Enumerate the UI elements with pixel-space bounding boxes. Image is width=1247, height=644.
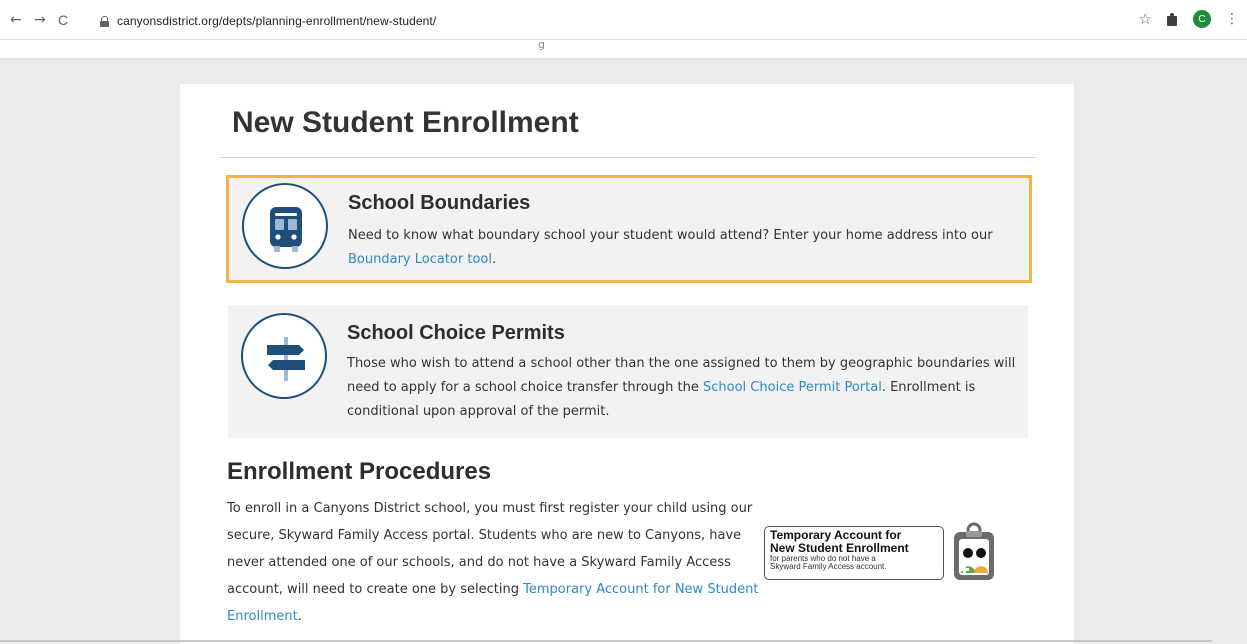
school-boundaries-box: School Boundaries Need to know what boun…: [226, 175, 1032, 283]
site-header-strip: g: [0, 38, 1247, 58]
school-choice-text: Those who wish to attend a school other …: [347, 352, 1017, 424]
school-choice-box: School Choice Permits Those who wish to …: [228, 305, 1028, 438]
lock-icon[interactable]: [100, 15, 109, 27]
school-boundaries-heading: School Boundaries: [348, 192, 531, 214]
school-choice-portal-link[interactable]: School Choice Permit Portal: [703, 380, 882, 395]
school-boundaries-text-part: Need to know what boundary school your s…: [348, 228, 993, 243]
badge-line-4: Skyward Family Access account.: [770, 562, 887, 571]
page-title: New Student Enrollment: [232, 106, 579, 139]
enrollment-procedures-heading: Enrollment Procedures: [227, 458, 492, 485]
boundary-locator-link[interactable]: Boundary Locator tool: [348, 252, 492, 267]
school-boundaries-text: Need to know what boundary school your s…: [348, 224, 1028, 272]
bus-icon: [242, 183, 328, 269]
reload-button[interactable]: C: [58, 13, 68, 27]
header-ghost-text: g: [538, 38, 545, 51]
browser-menu-icon[interactable]: ⋮: [1225, 12, 1239, 26]
school-boundaries-text-end: .: [491, 252, 497, 267]
extensions-icon[interactable]: [1166, 12, 1179, 26]
forward-button[interactable]: →: [34, 13, 46, 27]
address-bar[interactable]: canyonsdistrict.org/depts/planning-enrol…: [96, 10, 1136, 32]
enrollment-procedures-text: To enroll in a Canyons District school, …: [227, 495, 767, 630]
title-divider: [220, 157, 1036, 158]
temporary-account-card[interactable]: Temporary Account for New Student Enroll…: [764, 526, 944, 580]
temporary-account-badge[interactable]: Temporary Account for New Student Enroll…: [764, 522, 1001, 583]
enrollment-procedures-text-end: .: [297, 609, 302, 624]
url-text[interactable]: canyonsdistrict.org/depts/planning-enrol…: [117, 14, 436, 28]
clipboard-family-icon: [946, 522, 1000, 583]
bottom-divider: [0, 640, 1212, 642]
browser-toolbar: ← → C canyonsdistrict.org/depts/planning…: [0, 0, 1247, 40]
bookmark-star-icon[interactable]: ☆: [1139, 10, 1152, 28]
back-button[interactable]: ←: [10, 13, 22, 27]
profile-avatar[interactable]: C: [1193, 10, 1211, 28]
school-choice-heading: School Choice Permits: [347, 322, 565, 344]
signpost-icon: [241, 313, 327, 399]
